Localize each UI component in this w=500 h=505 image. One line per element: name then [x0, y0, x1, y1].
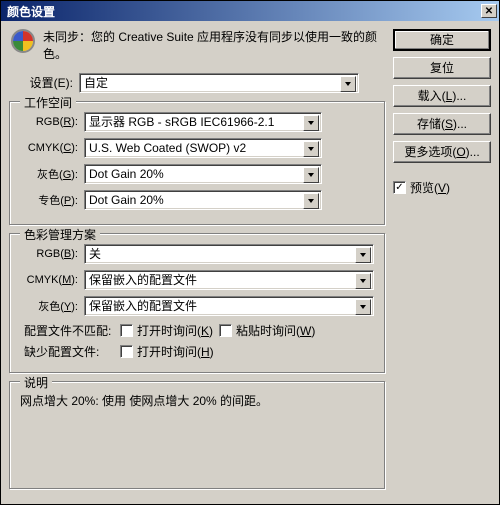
management-group: 色彩管理方案 RGB(B): 关 CMYK(M): 保留嵌入的配置文件 — [9, 233, 385, 373]
mgmt-cmyk-label: CMYK(M): — [20, 274, 78, 286]
left-panel: 未同步：您的 Creative Suite 应用程序没有同步以使用一致的颜色。 … — [9, 29, 385, 496]
mgmt-gray-label: 灰色(Y): — [20, 298, 78, 314]
description-text: 网点增大 20%: 使用 使网点增大 20% 的间距。 — [20, 392, 374, 410]
ask-paste-mismatch[interactable]: 粘贴时询问(W) — [219, 322, 315, 339]
dropdown-arrow-icon — [303, 141, 319, 157]
cmyk-dropdown[interactable]: U.S. Web Coated (SWOP) v2 — [84, 138, 322, 158]
missing-label: 缺少配置文件: — [24, 343, 114, 360]
mismatch-row: 配置文件不匹配: 打开时询问(K) 粘贴时询问(W) — [20, 322, 374, 339]
dropdown-arrow-icon — [303, 193, 319, 209]
mgmt-rgb-label: RGB(B): — [20, 248, 78, 260]
dropdown-arrow-icon — [355, 273, 371, 289]
settings-label: 设置(E): — [27, 74, 73, 91]
rgb-label: RGB(R): — [20, 116, 78, 128]
sync-warning-icon — [11, 29, 35, 53]
ask-open-missing-label: 打开时询问(H) — [137, 343, 214, 360]
ask-open-mismatch[interactable]: 打开时询问(K) — [120, 322, 213, 339]
mgmt-gray-row: 灰色(Y): 保留嵌入的配置文件 — [20, 296, 374, 316]
sync-message: 未同步：您的 Creative Suite 应用程序没有同步以使用一致的颜色。 — [43, 29, 385, 63]
dialog-title: 颜色设置 — [7, 3, 55, 20]
spot-row: 专色(P): Dot Gain 20% — [20, 190, 374, 210]
mgmt-rgb-row: RGB(B): 关 — [20, 244, 374, 264]
mgmt-cmyk-dropdown[interactable]: 保留嵌入的配置文件 — [84, 270, 374, 290]
mgmt-cmyk-row: CMYK(M): 保留嵌入的配置文件 — [20, 270, 374, 290]
close-button[interactable]: ✕ — [481, 4, 497, 18]
gray-row: 灰色(G): Dot Gain 20% — [20, 164, 374, 184]
rgb-dropdown[interactable]: 显示器 RGB - sRGB IEC61966-2.1 — [84, 112, 322, 132]
mgmt-gray-value: 保留嵌入的配置文件 — [89, 297, 197, 314]
gray-value: Dot Gain 20% — [89, 167, 164, 181]
dropdown-arrow-icon — [355, 299, 371, 315]
spot-dropdown[interactable]: Dot Gain 20% — [84, 190, 322, 210]
ok-button[interactable]: 确定 — [393, 29, 491, 51]
gray-label: 灰色(G): — [20, 166, 78, 182]
ask-open-mismatch-label: 打开时询问(K) — [137, 322, 213, 339]
mismatch-label: 配置文件不匹配: — [24, 322, 114, 339]
spot-value: Dot Gain 20% — [89, 193, 164, 207]
mgmt-gray-dropdown[interactable]: 保留嵌入的配置文件 — [84, 296, 374, 316]
dropdown-arrow-icon — [340, 76, 356, 92]
preview-label: 预览(V) — [410, 179, 450, 196]
reset-button[interactable]: 复位 — [393, 57, 491, 79]
checkbox-checked-icon: ✓ — [393, 181, 406, 194]
mgmt-cmyk-value: 保留嵌入的配置文件 — [89, 271, 197, 288]
preview-checkbox[interactable]: ✓ 预览(V) — [393, 179, 491, 196]
rgb-row: RGB(R): 显示器 RGB - sRGB IEC61966-2.1 — [20, 112, 374, 132]
mgmt-rgb-value: 关 — [89, 245, 101, 262]
settings-dropdown[interactable]: 自定 — [79, 73, 359, 93]
checkbox-icon — [219, 324, 232, 337]
settings-value: 自定 — [84, 74, 108, 91]
dropdown-arrow-icon — [355, 247, 371, 263]
mgmt-rgb-dropdown[interactable]: 关 — [84, 244, 374, 264]
settings-row: 设置(E): 自定 — [9, 73, 385, 93]
description-title: 说明 — [20, 374, 52, 391]
management-title: 色彩管理方案 — [20, 226, 100, 243]
description-group: 说明 网点增大 20%: 使用 使网点增大 20% 的间距。 — [9, 381, 385, 489]
content: 未同步：您的 Creative Suite 应用程序没有同步以使用一致的颜色。 … — [1, 21, 499, 504]
cmyk-label: CMYK(C): — [20, 142, 78, 154]
right-panel: 确定 复位 载入(L)... 存储(S)... 更多选项(O)... ✓ 预览(… — [393, 29, 491, 496]
load-button[interactable]: 载入(L)... — [393, 85, 491, 107]
checkbox-icon — [120, 324, 133, 337]
ask-open-missing[interactable]: 打开时询问(H) — [120, 343, 214, 360]
cmyk-value: U.S. Web Coated (SWOP) v2 — [89, 141, 246, 155]
missing-row: 缺少配置文件: 打开时询问(H) — [20, 343, 374, 360]
save-button[interactable]: 存储(S)... — [393, 113, 491, 135]
workspace-title: 工作空间 — [20, 94, 76, 111]
spot-label: 专色(P): — [20, 192, 78, 208]
more-options-button[interactable]: 更多选项(O)... — [393, 141, 491, 163]
dropdown-arrow-icon — [303, 167, 319, 183]
dropdown-arrow-icon — [303, 115, 319, 131]
workspace-group: 工作空间 RGB(R): 显示器 RGB - sRGB IEC61966-2.1… — [9, 101, 385, 225]
checkbox-icon — [120, 345, 133, 358]
gray-dropdown[interactable]: Dot Gain 20% — [84, 164, 322, 184]
cmyk-row: CMYK(C): U.S. Web Coated (SWOP) v2 — [20, 138, 374, 158]
titlebar: 颜色设置 ✕ — [1, 1, 499, 21]
rgb-value: 显示器 RGB - sRGB IEC61966-2.1 — [89, 113, 274, 130]
dialog-window: 颜色设置 ✕ 未同步：您的 Creative Suite 应用程序没有同步以使用… — [0, 0, 500, 505]
sync-warning: 未同步：您的 Creative Suite 应用程序没有同步以使用一致的颜色。 — [9, 29, 385, 63]
ask-paste-mismatch-label: 粘贴时询问(W) — [236, 322, 315, 339]
